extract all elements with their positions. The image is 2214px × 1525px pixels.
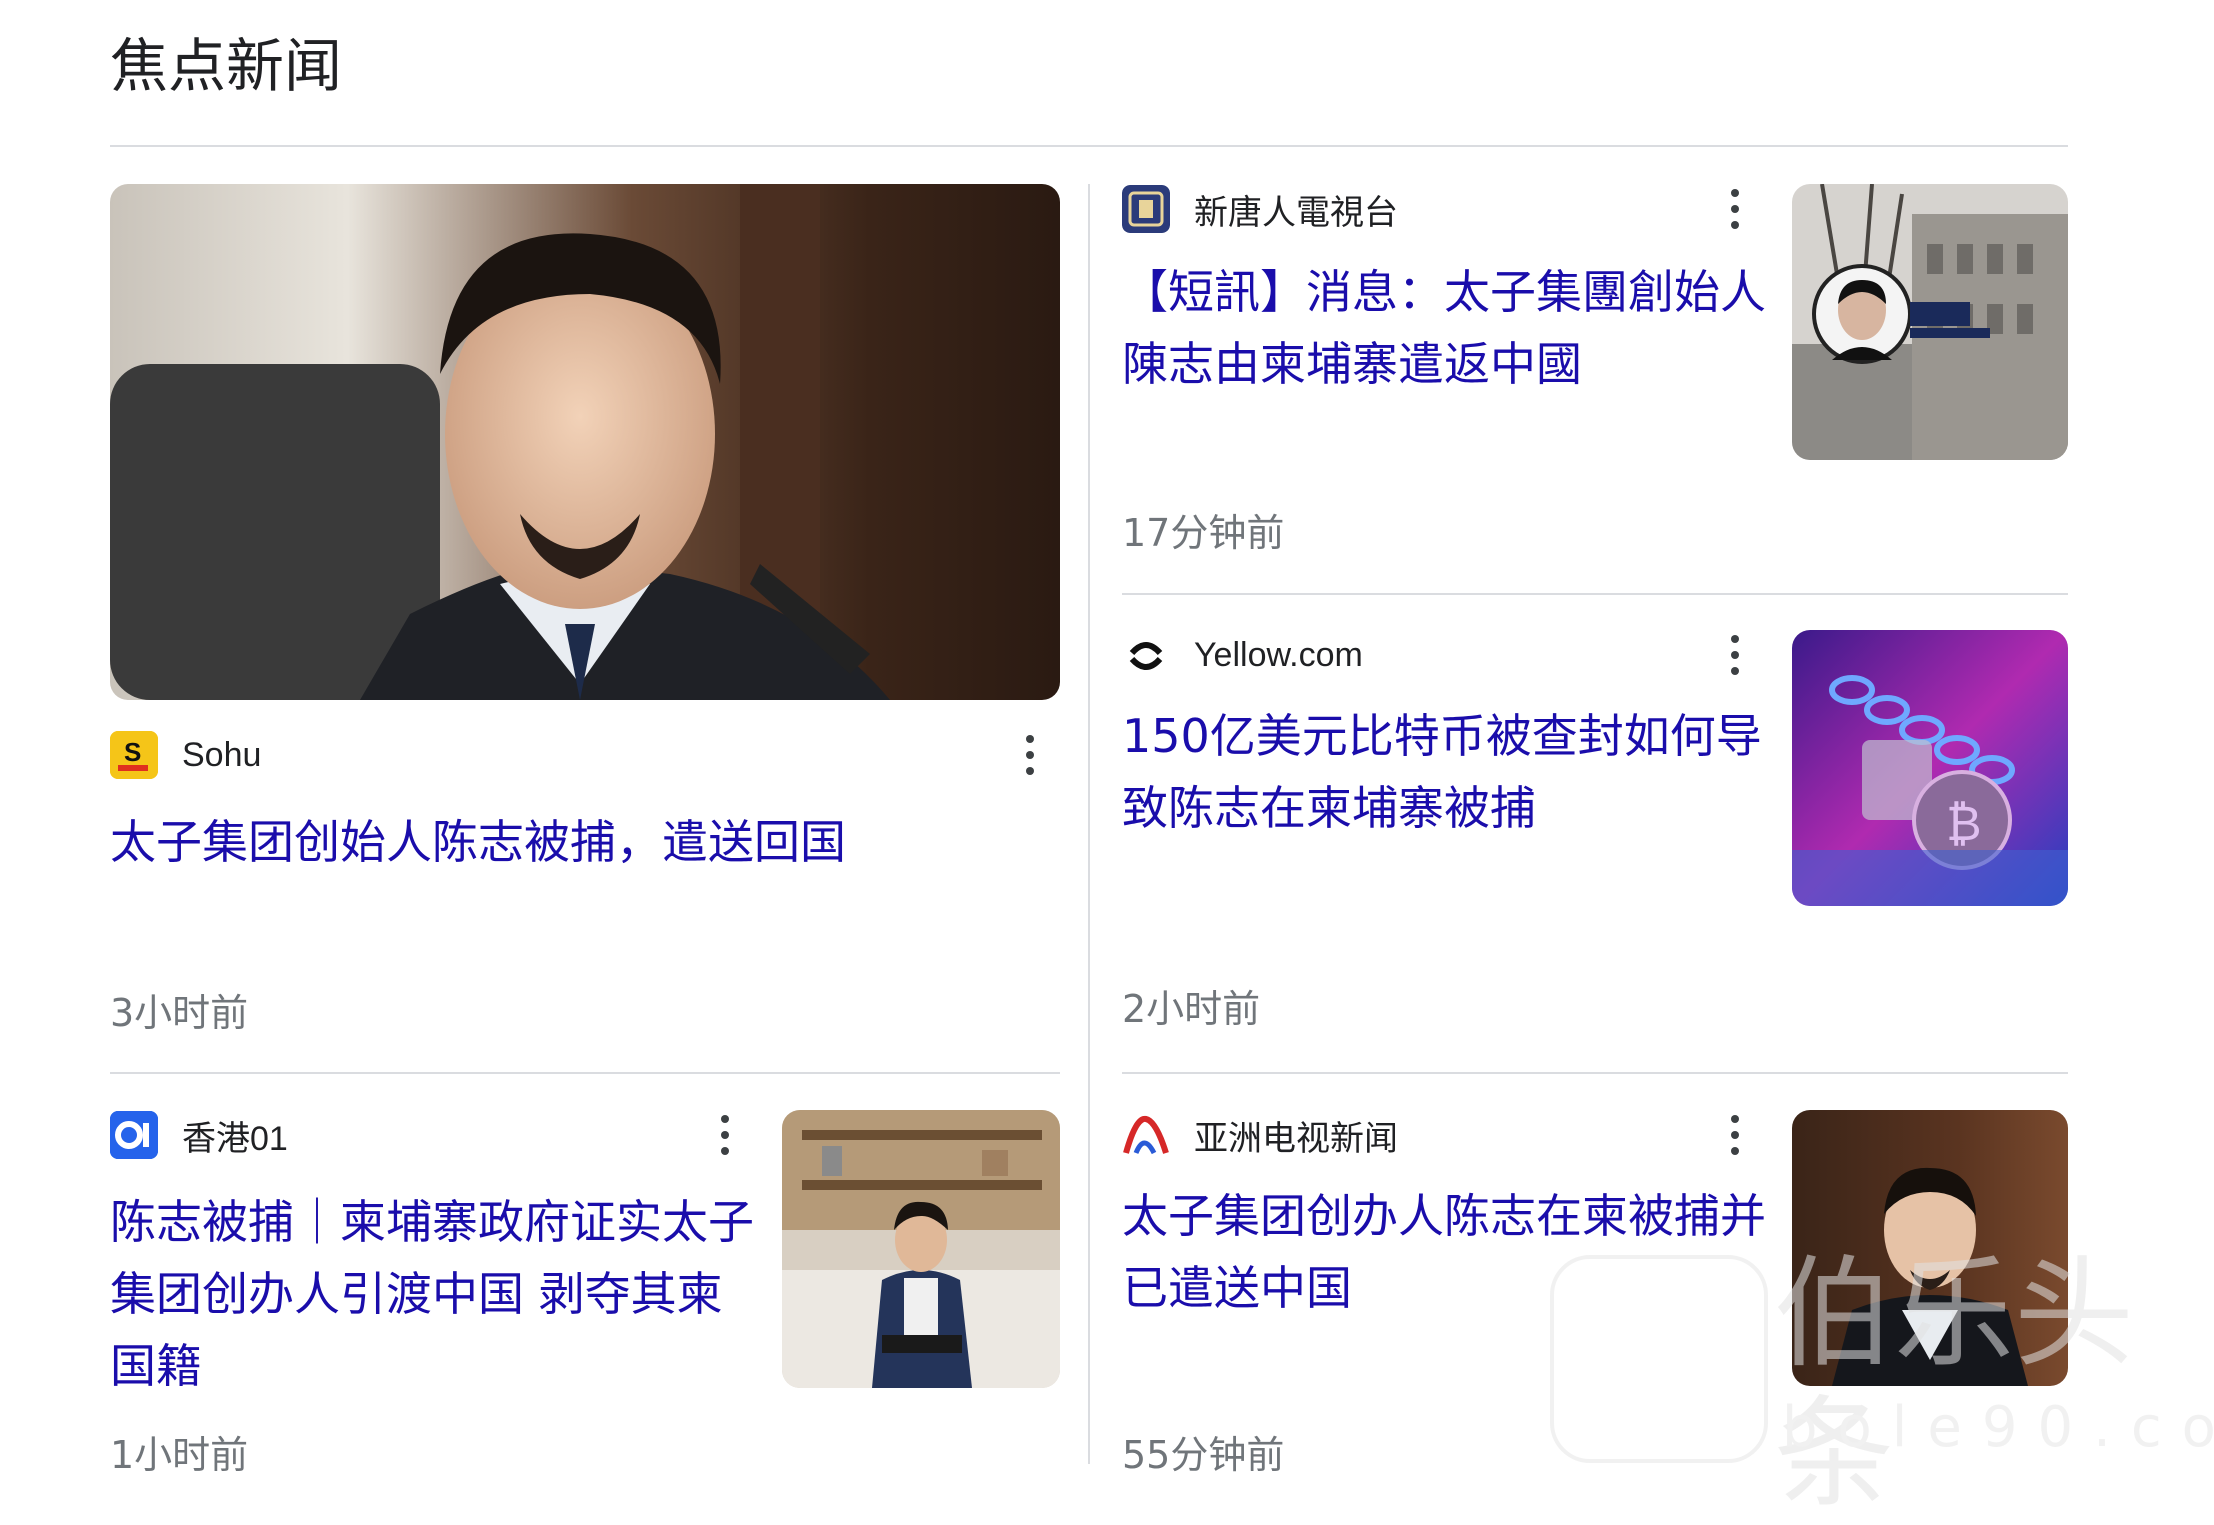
dot-icon: [721, 1147, 729, 1155]
watermark-url: bole90.com: [1782, 1395, 2214, 1460]
watermark-text: 伯乐头条: [1774, 1245, 2134, 1524]
article-time: 3小时前: [110, 991, 249, 1035]
article-thumbnail[interactable]: [1792, 184, 2068, 460]
ntd-logo-icon: [1122, 185, 1170, 233]
dot-icon: [1731, 1147, 1739, 1155]
svg-text:S: S: [124, 737, 141, 767]
article-time: 17分钟前: [1122, 511, 1285, 555]
article-source: 香港01: [110, 1110, 288, 1160]
article-headline[interactable]: 150亿美元比特币被查封如何导致陈志在柬埔寨被捕: [1122, 700, 1772, 844]
article-thumbnail[interactable]: ₿: [1792, 630, 2068, 906]
dot-icon: [1731, 189, 1739, 197]
yellow-logo-icon: [1122, 631, 1170, 679]
svg-text:₿: ₿: [1946, 796, 1982, 852]
watermark: 伯乐头条 bole90.com: [1550, 1245, 2214, 1524]
article-source: 亚洲电视新闻: [1122, 1110, 1398, 1160]
news-card-sohu[interactable]: S Sohu 太子集团创始人陈志被捕，遣送回国 3小时前: [110, 184, 1060, 1072]
dot-icon: [1026, 767, 1034, 775]
column-divider: [1088, 184, 1090, 1464]
card-divider: [1122, 1072, 2068, 1074]
article-thumbnail[interactable]: [782, 1110, 1060, 1388]
article-headline[interactable]: 【短訊】消息：太子集團創始人陳志由柬埔寨遣返中國: [1122, 256, 1772, 400]
dot-icon: [721, 1131, 729, 1139]
dot-icon: [1026, 735, 1034, 743]
courthouse-with-inset-portrait: [1792, 184, 2068, 460]
news-card-ntd[interactable]: 新唐人電視台 【短訊】消息：太子集團創始人陳志由柬埔寨遣返中國 17分钟前: [1122, 184, 2068, 594]
hk01-logo-icon: [110, 1111, 158, 1159]
sohu-logo-icon: S: [110, 731, 158, 779]
card-divider: [1122, 593, 2068, 595]
article-source: 新唐人電視台: [1122, 184, 1398, 234]
news-card-hk01[interactable]: 香港01 陈志被捕｜柬埔寨政府证实太子集团创办人引渡中国 剥夺其柬国籍 1小时前: [110, 1110, 1060, 1477]
dot-icon: [1731, 221, 1739, 229]
dot-icon: [1731, 1115, 1739, 1123]
man-seated-on-sofa: [782, 1110, 1060, 1388]
dot-icon: [1731, 635, 1739, 643]
article-source: S Sohu: [110, 730, 261, 780]
article-time: 1小时前: [110, 1433, 249, 1477]
dot-icon: [1731, 667, 1739, 675]
card-divider: [110, 1072, 1060, 1074]
dot-icon: [1026, 751, 1034, 759]
dot-icon: [1731, 1131, 1739, 1139]
watermark-logo-icon: [1550, 1255, 1768, 1463]
dot-icon: [721, 1115, 729, 1123]
article-time: 2小时前: [1122, 987, 1261, 1031]
atv-logo-icon: [1122, 1111, 1170, 1159]
article-headline[interactable]: 陈志被捕｜柬埔寨政府证实太子集团创办人引渡中国 剥夺其柬国籍: [110, 1186, 760, 1402]
bitcoin-chains-neon: ₿: [1792, 630, 2068, 906]
more-options-button[interactable]: [1720, 184, 1750, 234]
man-in-suit-portrait: [110, 184, 1060, 700]
news-card-yellow[interactable]: Yellow.com 150亿美元比特币被查封如何导致陈志在柬埔寨被捕 ₿ 2小…: [1122, 630, 2068, 1072]
more-options-button[interactable]: [1720, 630, 1750, 680]
top-divider: [110, 145, 2068, 147]
more-options-button[interactable]: [1015, 730, 1045, 780]
dot-icon: [1731, 651, 1739, 659]
dot-icon: [1731, 205, 1739, 213]
more-options-button[interactable]: [710, 1110, 740, 1160]
article-image[interactable]: [110, 184, 1060, 700]
article-source: Yellow.com: [1122, 630, 1363, 680]
more-options-button[interactable]: [1720, 1110, 1750, 1160]
article-time: 55分钟前: [1122, 1433, 1285, 1477]
section-title: 焦点新闻: [110, 32, 343, 100]
article-headline[interactable]: 太子集团创始人陈志被捕，遣送回国: [110, 806, 1060, 878]
